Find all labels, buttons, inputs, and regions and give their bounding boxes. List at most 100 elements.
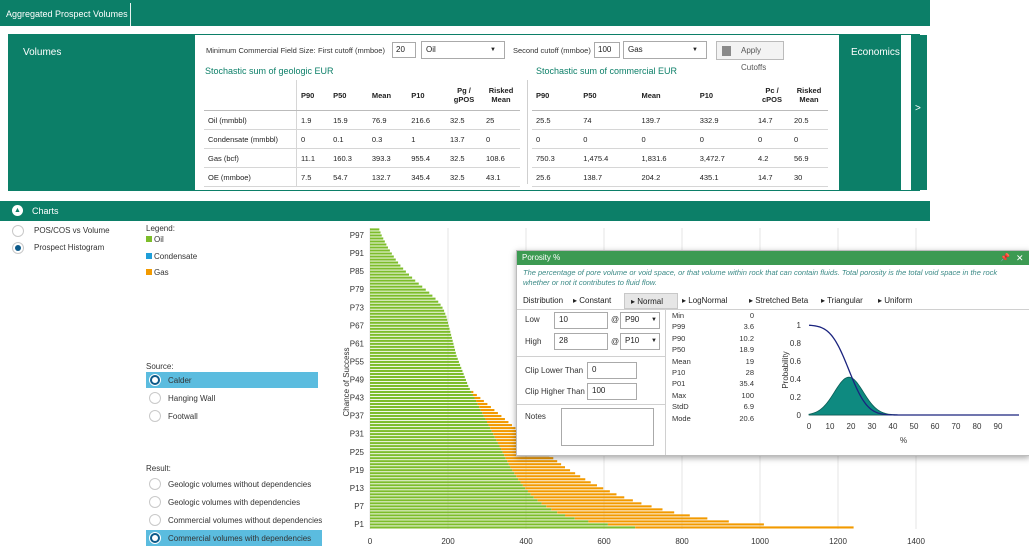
radio-pos-cos-vs-volume[interactable] (12, 225, 24, 237)
bar-gas (525, 487, 604, 490)
radio-geologic-with-deps[interactable] (149, 496, 161, 508)
second-cutoff-label: Second cutoff (mmboe) (513, 46, 591, 55)
low-label: Low (525, 315, 540, 324)
close-icon[interactable]: ✕ (1016, 251, 1024, 265)
charts-header[interactable]: ▲ Charts (0, 201, 930, 221)
radio-footwall[interactable] (149, 410, 161, 422)
low-percentile-dropdown[interactable]: P90 ▼ (620, 312, 660, 329)
second-cutoff-input[interactable]: 100 (594, 42, 620, 58)
notes-textarea[interactable] (561, 408, 654, 446)
clip-lower-input[interactable]: 0 (587, 362, 637, 379)
y-tick-label: P19 (350, 466, 365, 475)
bar-oil (370, 399, 477, 403)
bar-gas (471, 390, 474, 394)
clip-higher-input[interactable]: 100 (587, 383, 637, 400)
tab-stretched-beta[interactable]: ▸ Stretched Beta (749, 293, 808, 309)
radio-commercial-with-deps[interactable] (149, 532, 161, 544)
porosity-probability-chart: 0 10 20 30 40 50 60 70 80 90 0 0.2 0.4 0.6 0.8 1% Probab… (781, 321, 1019, 445)
bar-gas (477, 402, 488, 406)
table-cell: 20.5 (790, 110, 828, 130)
radio-geologic-without-deps[interactable] (149, 478, 161, 490)
notes-label: Notes (525, 412, 546, 421)
second-fluid-dropdown[interactable]: Gas ▼ (623, 41, 707, 59)
tab-lognormal[interactable]: ▸ LogNormal (682, 293, 727, 309)
pin-icon[interactable]: 📌 (1000, 251, 1010, 265)
tab-normal[interactable]: ▸ Normal (624, 293, 678, 309)
radio-commercial-without-deps[interactable] (149, 514, 161, 526)
x-tick-label: 0 (807, 422, 812, 431)
bar-oil (370, 496, 534, 499)
stat-label: P50 (672, 345, 686, 355)
table-divider (527, 80, 528, 184)
stat-label: Max (672, 390, 687, 400)
bar-oil (370, 421, 487, 424)
legend-item-oil: Oil (146, 235, 164, 244)
chevron-right-icon[interactable]: > (915, 103, 921, 114)
bar-gas (505, 457, 554, 460)
tab-label: Normal (637, 297, 664, 306)
chevron-up-icon[interactable]: ▲ (12, 205, 23, 216)
x-axis-label: % (900, 436, 907, 445)
economics-panel[interactable]: Economics > (839, 35, 927, 190)
table-cell: 0 (695, 129, 754, 149)
y-tick-label: P13 (350, 484, 365, 493)
radio-prospect-histogram[interactable] (12, 242, 24, 254)
commercial-eur-table: P90 P50 Mean P10 Pc / cPOS Risked Mean 2… (532, 80, 828, 187)
x-tick-label: 80 (973, 422, 982, 431)
bar-oil (370, 294, 433, 297)
clip-lower-label: Clip Lower Than (525, 366, 584, 375)
first-cutoff-label: First cutoff (mmboe) (318, 46, 385, 55)
tab-label: Constant (579, 296, 612, 305)
bar-oil (370, 303, 441, 306)
tab-constant[interactable]: ▸ Constant (573, 293, 611, 309)
table-cell: 132.7 (367, 167, 408, 187)
radio-hanging-wall[interactable] (149, 392, 161, 404)
high-percentile-dropdown[interactable]: P10 ▼ (620, 333, 660, 350)
geologic-eur-table: P90 P50 Mean P10 Pg / gPOS Risked Mean O… (204, 80, 520, 187)
bar-oil (370, 526, 636, 529)
bar-gas (607, 523, 764, 526)
bar-gas (533, 496, 625, 499)
row-label: Gas (bcf) (204, 148, 297, 168)
radio-calder[interactable] (149, 374, 161, 386)
table-row: 25.5 74 139.7 332.9 14.7 20.5 (532, 110, 828, 130)
bar-oil (370, 514, 565, 517)
table-cell: 204.2 (637, 167, 696, 187)
clip-higher-label: Clip Higher Than (525, 387, 585, 396)
chevron-down-icon: ▼ (490, 47, 496, 53)
apply-cutoffs-button[interactable]: Apply Cutoffs (716, 41, 784, 72)
stat-label: Mean (672, 356, 691, 366)
x-tick-label: 90 (994, 422, 1003, 431)
tab-aggregated-prospect-volumes[interactable]: Aggregated Prospect Volumes (0, 3, 131, 26)
table-cell: 32.5 (446, 110, 482, 130)
stat-value: 19 (745, 356, 754, 366)
bar-oil (370, 228, 380, 231)
low-input[interactable]: 10 (554, 312, 608, 329)
tab-triangular[interactable]: ▸ Triangular (821, 293, 863, 309)
bar-oil (370, 261, 399, 264)
popup-divider (665, 309, 666, 455)
bar-oil (370, 357, 458, 360)
table-cell: 435.1 (695, 167, 754, 187)
bar-oil (370, 381, 468, 385)
bar-oil (370, 279, 416, 282)
bar-oil (370, 393, 473, 397)
bar-oil (370, 318, 448, 321)
high-input[interactable]: 28 (554, 333, 608, 350)
bar-oil (370, 430, 492, 433)
apply-cutoffs-label: Apply Cutoffs (741, 46, 767, 72)
bar-oil (370, 415, 484, 418)
x-tick-label: 10 (826, 422, 835, 431)
bar-oil (370, 499, 538, 502)
first-cutoff-input[interactable]: 20 (392, 42, 416, 58)
x-tick-label: 60 (931, 422, 940, 431)
source-label: Calder (168, 376, 192, 385)
bar-oil (370, 466, 511, 469)
tab-uniform[interactable]: ▸ Uniform (878, 293, 912, 309)
bar-gas (635, 526, 854, 529)
table-cell: 76.9 (367, 110, 408, 130)
stat-value: 10.2 (739, 333, 754, 343)
bar-oil (370, 309, 445, 312)
first-fluid-dropdown[interactable]: Oil ▼ (421, 41, 505, 59)
bar-oil (370, 484, 523, 487)
